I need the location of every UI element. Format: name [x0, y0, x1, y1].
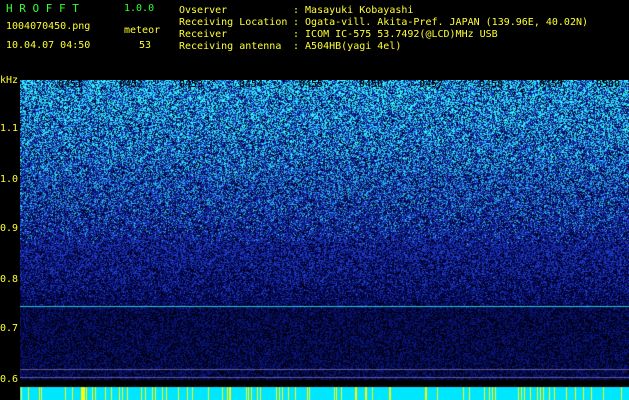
observer-label: Ovserver [179, 5, 228, 16]
y-tick-label: 0.9 [0, 223, 19, 234]
header-app-name: H R O F F T [6, 2, 79, 15]
y-tick-label: 1.1 [0, 123, 19, 134]
y-tick-label: 0.7 [0, 323, 19, 334]
spectrogram-canvas [20, 80, 629, 400]
observer-value: : Masayuki Kobayashi [293, 5, 414, 16]
x-tick-label: 0500 [596, 79, 621, 90]
x-tick-label: 0453 [179, 79, 204, 90]
x-tick-label: 0457 [419, 79, 444, 90]
y-axis-unit: kHz [0, 75, 19, 86]
header-meteor-label: meteor [124, 25, 161, 36]
x-tick-label: 0459 [539, 79, 564, 90]
antenna-value: : A504HB(yagi 4el) [293, 41, 402, 52]
location-label: Receiving Location [179, 17, 288, 28]
receiver-value: : ICOM IC-575 53.7492(@LCD)MHz USB [293, 29, 498, 40]
receiver-label: Receiver [179, 29, 228, 40]
x-tick-label: 0455 [299, 79, 324, 90]
x-tick-label: 0458 [479, 79, 504, 90]
x-tick-label: 0451 [58, 79, 83, 90]
y-tick-label: 1.0 [0, 174, 19, 185]
x-tick-label: 0456 [359, 79, 384, 90]
header-meteor-count: 53 [139, 40, 152, 51]
y-tick-label: 0.6 [0, 374, 19, 385]
header-version: 1.0.0 [124, 3, 155, 14]
antenna-label: Receiving antenna [179, 41, 282, 52]
x-tick-label: 0454 [239, 79, 264, 90]
location-value: : Ogata-vill. Akita-Pref. JAPAN (139.96E… [293, 17, 589, 28]
header-datetime: 10.04.07 04:50 [6, 40, 91, 51]
header-filename: 1004070450.png [6, 21, 91, 32]
y-tick-label: 0.8 [0, 274, 19, 285]
x-tick-label: 0452 [119, 79, 144, 90]
spectrogram-plot [20, 80, 629, 400]
